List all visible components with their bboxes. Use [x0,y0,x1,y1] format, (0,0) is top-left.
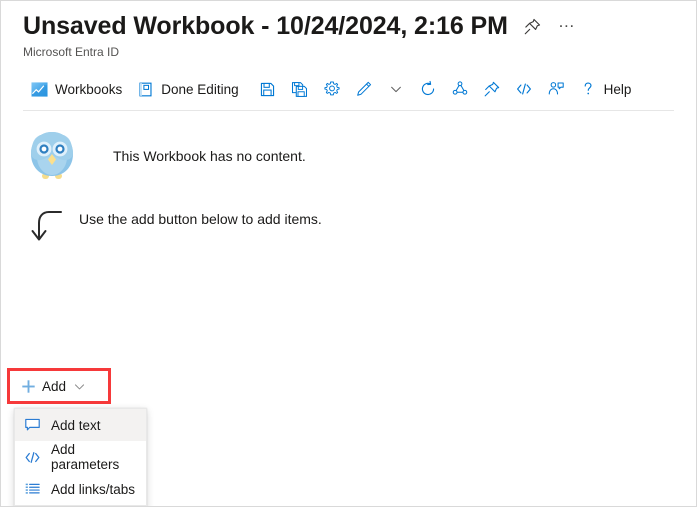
empty-state-row: This Workbook has no content. [23,127,696,185]
list-lines-icon [24,481,41,498]
command-toolbar: Workbooks Done Editing Help [23,72,696,106]
toolbar-label-done-editing: Done Editing [161,81,239,97]
toolbar-item-workbooks[interactable]: Workbooks [23,74,129,104]
code-brackets-icon [515,80,533,98]
pin-icon [483,80,501,98]
toolbar-item-edit[interactable] [348,74,380,104]
person-feedback-icon [547,80,565,98]
workbook-window: Unsaved Workbook - 10/24/2024, 2:16 PM …… [0,0,697,507]
pencil-icon [355,80,373,98]
menu-item-add-text[interactable]: Add text [15,409,146,441]
toolbar-item-save[interactable] [252,74,284,104]
curved-down-arrow-icon [23,203,67,247]
book-icon [136,80,154,98]
hint-message: Use the add button below to add items. [79,211,322,227]
menu-label-add-parameters: Add parameters [51,442,120,472]
more-options-icon[interactable]: … [558,13,577,35]
save-as-icon [291,80,309,98]
toolbar-item-pin[interactable] [476,74,508,104]
add-menu: Add text Add parameters Add links/tabs [14,408,147,506]
question-mark-icon [579,80,597,98]
chevron-down-icon [73,380,86,393]
toolbar-item-person-feedback[interactable] [540,74,572,104]
toolbar-item-edit-chevron[interactable] [380,74,412,104]
hint-row: Use the add button below to add items. [23,201,696,247]
add-button-label: Add [42,378,67,394]
menu-label-add-text: Add text [51,417,101,433]
share-icon [451,80,469,98]
chevron-down-icon [387,80,405,98]
plus-icon [21,379,36,394]
refresh-icon [419,80,437,98]
gear-icon [323,80,341,98]
toolbar-label-help: Help [603,81,632,97]
toolbar-item-save-as[interactable] [284,74,316,104]
toolbar-divider [23,110,674,111]
menu-item-add-links-tabs[interactable]: Add links/tabs [15,473,146,505]
menu-label-add-links-tabs: Add links/tabs [51,481,136,497]
pin-icon[interactable] [522,15,544,37]
title-row: Unsaved Workbook - 10/24/2024, 2:16 PM … [23,11,696,41]
save-floppy-icon [259,80,277,98]
comment-bubble-icon [24,417,41,434]
toolbar-item-settings[interactable] [316,74,348,104]
add-button-highlight: Add [7,368,111,404]
toolbar-item-refresh[interactable] [412,74,444,104]
workbook-content: This Workbook has no content. Use the ad… [1,127,696,506]
toolbar-item-code[interactable] [508,74,540,104]
empty-state-message: This Workbook has no content. [113,148,306,164]
toolbar-item-share[interactable] [444,74,476,104]
menu-item-add-parameters[interactable]: Add parameters [15,441,146,473]
code-brackets-icon [24,449,41,466]
toolbar-label-workbooks: Workbooks [55,81,123,97]
toolbar-item-done-editing[interactable]: Done Editing [129,74,245,104]
add-button[interactable]: Add [10,371,108,401]
page-header: Unsaved Workbook - 10/24/2024, 2:16 PM …… [1,1,696,60]
workbooks-chart-icon [30,80,48,98]
page-subtitle: Microsoft Entra ID [23,45,120,59]
owl-illustration [23,127,81,185]
toolbar-item-help[interactable]: Help [572,74,639,104]
page-title: Unsaved Workbook - 10/24/2024, 2:16 PM [23,12,508,40]
